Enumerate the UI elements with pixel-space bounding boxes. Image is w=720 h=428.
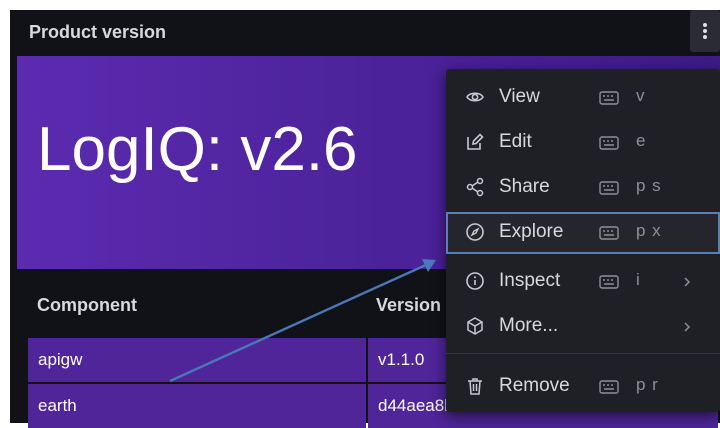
menu-item-label: More... — [499, 315, 559, 336]
keyboard-icon — [599, 179, 619, 195]
table-cell-component: earth — [28, 384, 366, 428]
menu-item-remove[interactable]: Remove p r — [446, 366, 720, 406]
chevron-right-icon — [682, 318, 692, 340]
keyboard-icon — [599, 89, 619, 105]
menu-item-label: Share — [499, 176, 550, 197]
menu-item-label: Inspect — [499, 270, 561, 291]
panel-title: Product version — [29, 22, 167, 42]
table-cell-component: apigw — [28, 338, 366, 382]
menu-item-shortcut: i — [636, 270, 641, 289]
menu-item-shortcut: p s — [636, 176, 662, 195]
share-icon — [465, 177, 485, 197]
menu-item-label: Explore — [499, 221, 564, 242]
keyboard-icon — [599, 224, 619, 240]
trash-icon — [465, 376, 485, 396]
keyboard-icon — [599, 273, 619, 289]
more-vertical-icon — [703, 23, 707, 39]
eye-icon — [465, 87, 485, 107]
panel-menu-button[interactable] — [690, 10, 720, 52]
keyboard-icon — [599, 134, 619, 150]
edit-icon — [465, 132, 485, 152]
chevron-right-icon — [682, 273, 692, 295]
stat-value: LogIQ: v2.6 — [37, 115, 358, 184]
menu-item-label: View — [499, 86, 540, 107]
menu-item-label: Remove — [499, 375, 570, 396]
menu-item-label: Edit — [499, 131, 532, 152]
keyboard-icon — [599, 378, 619, 394]
menu-item-shortcut: p r — [636, 375, 659, 394]
menu-item-more[interactable]: More... — [446, 306, 720, 346]
panel-context-menu: View v Edit e Share p s Explore p x Insp… — [446, 69, 720, 412]
column-header-component[interactable]: Component — [37, 282, 377, 328]
menu-divider — [446, 353, 720, 354]
menu-item-edit[interactable]: Edit e — [446, 122, 720, 162]
compass-icon — [465, 222, 485, 242]
menu-item-shortcut: e — [636, 131, 647, 150]
menu-item-shortcut: p x — [636, 221, 662, 240]
cube-icon — [465, 316, 485, 336]
menu-item-view[interactable]: View v — [446, 77, 720, 117]
info-icon — [465, 271, 485, 291]
menu-item-explore[interactable]: Explore p x — [446, 212, 720, 254]
panel-header: Product version — [10, 10, 720, 54]
menu-item-inspect[interactable]: Inspect i — [446, 261, 720, 301]
menu-item-share[interactable]: Share p s — [446, 167, 720, 207]
menu-item-shortcut: v — [636, 86, 646, 105]
